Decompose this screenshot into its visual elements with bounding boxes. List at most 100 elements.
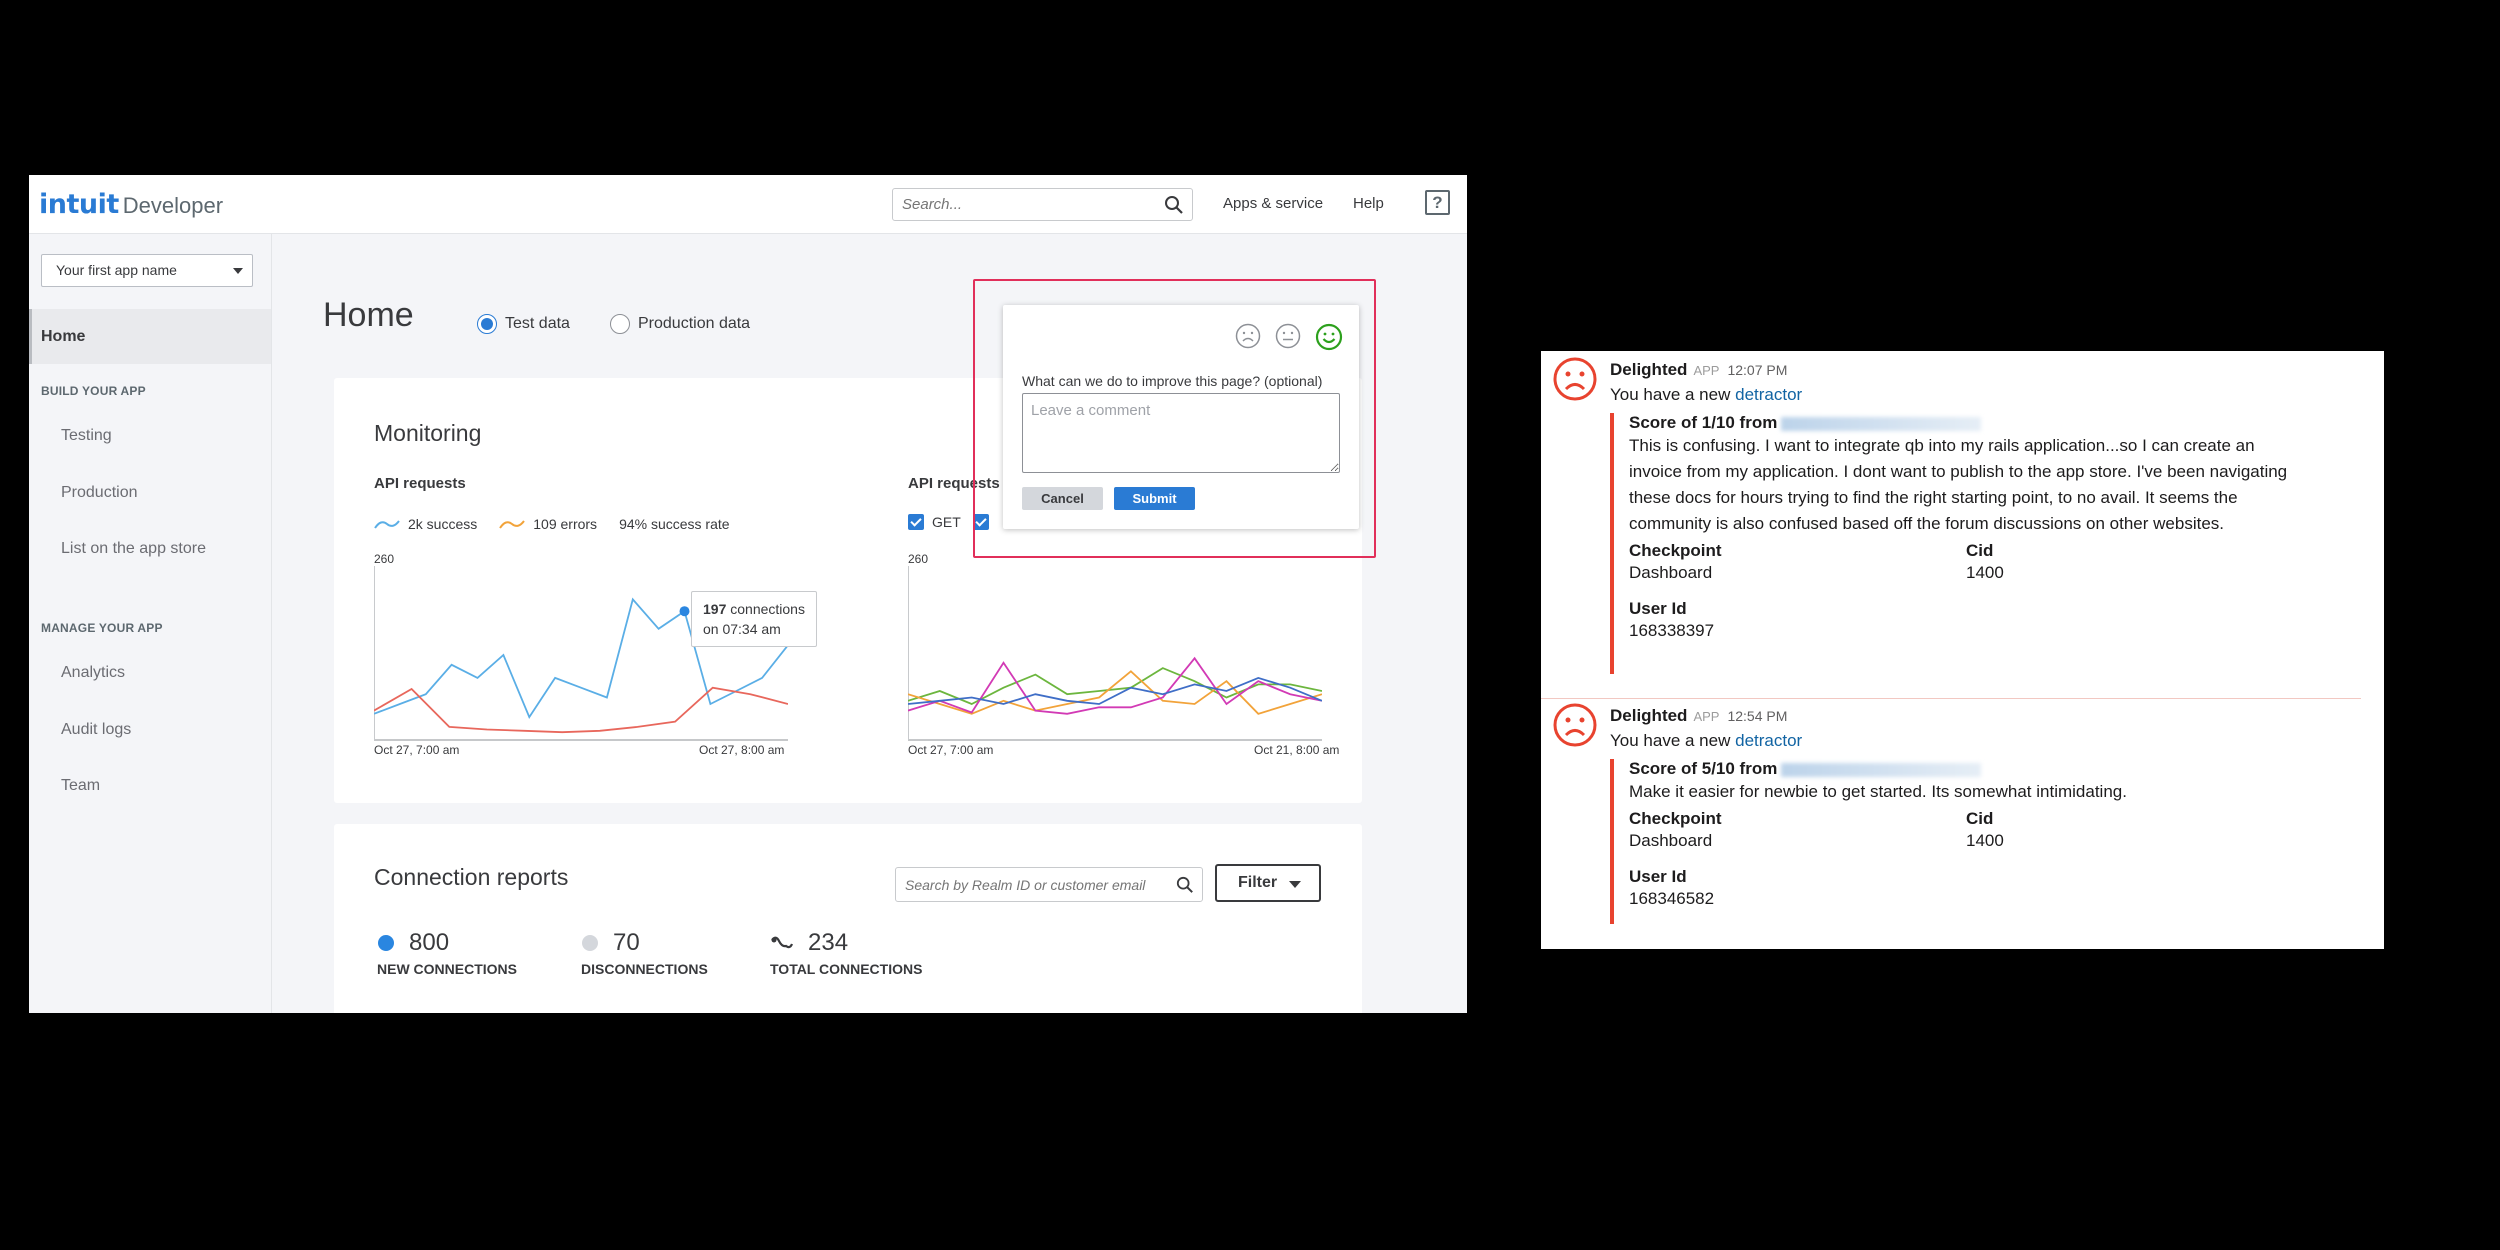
legend-errors: 109 errors [533,516,598,532]
feedback-question: What can we do to improve this page? (op… [1022,373,1323,389]
cancel-button[interactable]: Cancel [1022,487,1103,510]
message-intro: You have a new detractor [1610,385,1802,405]
sidebar-item-analytics[interactable]: Analytics [61,664,125,682]
right-chart-x-start: Oct 27, 7:00 am [908,743,994,757]
feedback-comment: This is confusing. I want to integrate q… [1629,436,2288,533]
search-icon[interactable] [1164,195,1184,220]
message-time[interactable]: 12:54 PM [1727,708,1787,724]
legend-success: 2k success [408,516,478,532]
intro-text: You have a new [1610,731,1731,750]
radio-test-data-indicator[interactable] [477,314,497,334]
sad-face-icon [1553,357,1597,401]
sidebar-section-manage: MANAGE YOUR APP [41,621,163,635]
connection-search-input[interactable] [905,868,1165,901]
app-badge: APP [1693,363,1720,378]
logo-suffix: Developer [122,193,224,218]
message-attachment: Score of 5/10 from Make it easier for ne… [1610,759,2289,924]
highlighted-data-point[interactable] [679,606,690,617]
disconnections-dot-icon [582,935,598,951]
detractor-link[interactable]: detractor [1735,385,1802,404]
cid-label: Cid [1966,809,1994,828]
radio-test-data[interactable]: Test data [477,314,570,334]
sidebar-item-app-store[interactable]: List on the app store [61,540,206,558]
stat-total-connections-label: TOTAL CONNECTIONS [770,961,923,977]
filter-label: Filter [1238,874,1278,891]
cid-value: 1400 [1966,563,2004,582]
global-search[interactable] [892,188,1193,221]
app-selector[interactable]: Your first app name [41,254,253,287]
intro-text: You have a new [1610,385,1731,404]
connection-search[interactable] [895,867,1203,902]
left-chart-x-end: Oct 27, 8:00 am [699,743,785,757]
score-line: Score of 1/10 from [1629,413,2289,433]
monitoring-title: Monitoring [374,420,482,446]
global-search-input[interactable] [902,189,1152,220]
cid-label: Cid [1966,541,1994,560]
stat-new-connections-label: NEW CONNECTIONS [377,961,517,977]
api-requests-right-series-1-line[interactable] [908,667,1322,705]
message-time[interactable]: 12:07 PM [1727,362,1787,378]
user-id-label: User Id [1629,599,1687,618]
chevron-down-icon [233,268,243,274]
stat-disconnections-value: 70 [613,929,640,956]
sender-name[interactable]: Delighted [1610,360,1687,379]
stat-new-connections-value: 800 [409,929,450,956]
sidebar-item-production[interactable]: Production [61,484,138,502]
nav-help[interactable]: Help [1353,195,1384,212]
happy-face-icon[interactable] [1315,323,1343,351]
tooltip-unit: connections [730,601,805,617]
sidebar-item-testing[interactable]: Testing [61,427,112,445]
intuit-developer-logo[interactable]: intuit Developer [39,189,223,220]
developer-portal-window: intuit Developer Apps & service Help ? Y… [29,175,1467,1013]
right-chart-x-end: Oct 21, 8:00 am [1254,743,1340,757]
chevron-down-icon [1289,881,1301,888]
score-text: Score of 1/10 from [1629,413,1778,432]
right-line-chart[interactable] [908,566,1322,744]
top-bar: intuit Developer Apps & service Help ? [29,175,1467,234]
connection-reports-card: Connection reports Filter 800 NEW CONNEC… [334,824,1362,1013]
new-connections-dot-icon [378,935,394,951]
tooltip-value: 197 [703,601,727,617]
get-checkbox[interactable] [908,514,924,530]
rating-faces [1221,323,1343,351]
score-text: Score of 5/10 from [1629,759,1778,778]
legend-success-rate: 94% success rate [619,516,730,532]
attachment-fields: Checkpoint Cid Dashboard 1400 User Id 16… [1629,541,2289,641]
sidebar: Your first app name Home BUILD YOUR APP … [29,234,272,1013]
message-attachment: Score of 1/10 from This is confusing. I … [1610,413,2289,674]
sidebar-item-home[interactable]: Home [29,309,271,364]
checkpoint-label: Checkpoint [1629,809,1722,828]
logo-brand: intuit [39,189,119,220]
page-title: Home [323,296,414,334]
sender-name[interactable]: Delighted [1610,706,1687,725]
api-requests-right-series-3-line[interactable] [908,656,1322,715]
detractor-link[interactable]: detractor [1735,731,1802,750]
feedback-comment: Make it easier for newbie to get started… [1629,782,2127,801]
neutral-face-icon[interactable] [1275,323,1301,349]
redacted-email [1781,762,1982,777]
score-line: Score of 5/10 from [1629,759,2289,779]
radio-production-data[interactable]: Production data [610,314,750,334]
api-requests-left-series-2-line[interactable] [374,686,788,734]
left-chart-y-max: 260 [374,552,395,566]
nav-apps-and-service[interactable]: Apps & service [1223,195,1323,212]
stat-total-connections-value: 234 [808,929,849,956]
radio-production-data-label: Production data [638,315,751,332]
attachment-fields: Checkpoint Cid Dashboard 1400 User Id 16… [1629,809,2289,909]
connection-reports-title: Connection reports [374,864,569,890]
tooltip-time: on 07:34 am [703,621,781,637]
radio-production-data-indicator[interactable] [610,314,630,334]
feedback-comment-field[interactable] [1022,393,1340,473]
success-series-swatch [374,520,400,529]
feedback-popup: What can we do to improve this page? (op… [1003,305,1359,529]
user-id-label: User Id [1629,867,1687,886]
message-header: Delighted APP 12:07 PM [1610,360,1787,380]
submit-button[interactable]: Submit [1114,487,1195,510]
search-icon[interactable] [1176,876,1194,899]
help-icon[interactable]: ? [1425,190,1450,215]
filter-button[interactable]: Filter [1215,864,1321,902]
sidebar-item-audit-logs[interactable]: Audit logs [61,721,131,739]
legend-get: GET [932,514,961,530]
sidebar-item-team[interactable]: Team [61,777,100,795]
sad-face-icon[interactable] [1235,323,1261,349]
